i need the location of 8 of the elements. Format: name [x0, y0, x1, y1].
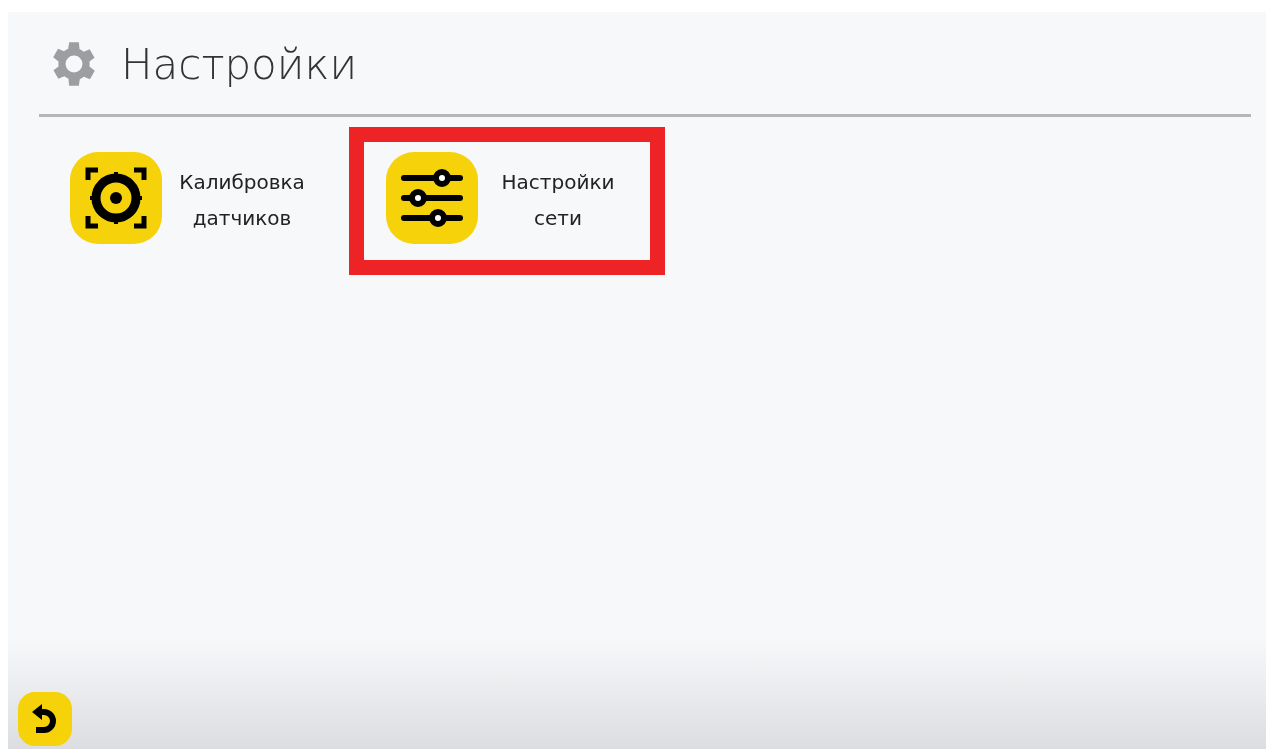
page-title: Настройки: [121, 39, 358, 89]
tile-label[interactable]: Настройки сети: [488, 164, 628, 236]
tile-button[interactable]: [70, 152, 162, 244]
back-button[interactable]: [18, 692, 72, 746]
tile-label[interactable]: Калибровка датчиков: [172, 164, 312, 236]
crosshair-icon: [84, 166, 148, 230]
tile-button[interactable]: [386, 152, 478, 244]
sliders-icon: [400, 168, 464, 228]
